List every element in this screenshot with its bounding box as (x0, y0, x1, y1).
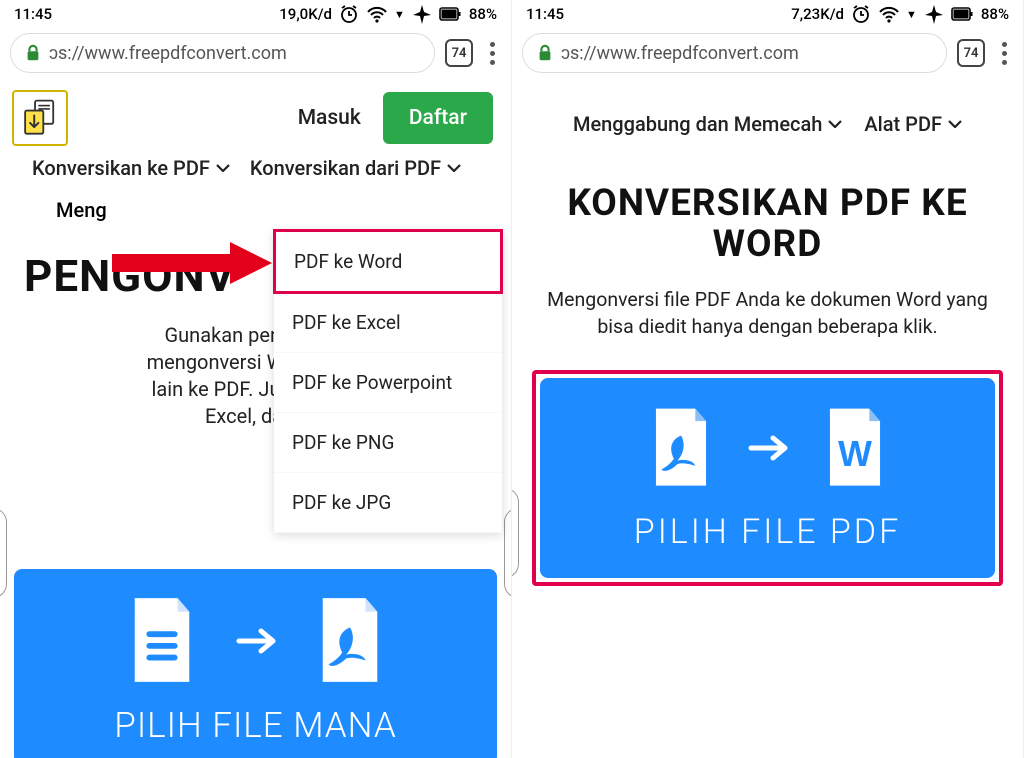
chevron-down-icon (828, 120, 842, 128)
wifi-icon (878, 4, 900, 24)
page-content: Masuk Daftar Konversikan ke PDF Konversi… (0, 78, 511, 758)
nav-label: Konversikan dari PDF (250, 156, 441, 180)
status-battery: 88% (469, 5, 497, 23)
site-logo[interactable] (12, 90, 68, 146)
status-bar: 11:45 19,0K/d ▼ 88% (0, 0, 511, 28)
page-title: KONVERSIKAN PDF KE WORD (512, 136, 1023, 265)
dropdown-item-pdf-to-jpg[interactable]: PDF ke JPG (274, 473, 502, 533)
nav-label: Konversikan ke PDF (32, 156, 210, 180)
page-curl-decor (0, 508, 7, 598)
dropdown-from-pdf: PDF ke Word PDF ke Excel PDF ke Powerpoi… (274, 230, 502, 533)
nav-pdf-tools[interactable]: Alat PDF (864, 112, 962, 136)
menu-icon[interactable] (995, 42, 1013, 65)
nav-merge-split[interactable]: Meng (56, 198, 107, 222)
alarm-icon (338, 3, 360, 25)
status-bar: 11:45 7,23K/d ▼ 88% (512, 0, 1023, 28)
address-bar[interactable]: ɔs://www.freepdfconvert.com (522, 33, 947, 73)
document-icon (125, 595, 199, 687)
status-time: 11:45 (526, 5, 564, 23)
annotation-highlight: PILIH FILE PDF (532, 370, 1003, 586)
status-battery: 88% (981, 5, 1009, 23)
tab-count[interactable]: 74 (445, 39, 473, 67)
lock-icon (537, 44, 553, 62)
browser-toolbar: ɔs://www.freepdfconvert.com 74 (512, 28, 1023, 78)
nav-merge-split[interactable]: Menggabung dan Memecah (573, 112, 842, 136)
pdf-icon (647, 406, 715, 490)
menu-icon[interactable] (483, 42, 501, 65)
logo-icon (22, 99, 58, 137)
chevron-down-icon (447, 164, 461, 172)
battery-icon (439, 4, 463, 24)
url-text: ɔs://www.freepdfconvert.com (561, 43, 799, 64)
chevron-down-icon (216, 164, 230, 172)
signup-button[interactable]: Daftar (383, 92, 493, 144)
arrow-right-icon (231, 623, 281, 659)
tab-count[interactable]: 74 (957, 39, 985, 67)
nav-label: Alat PDF (864, 112, 942, 136)
address-bar[interactable]: ɔs://www.freepdfconvert.com (10, 33, 435, 73)
dropdown-item-pdf-to-excel[interactable]: PDF ke Excel (274, 293, 502, 353)
status-net: 7,23K/d (791, 5, 844, 23)
arrow-right-icon (743, 430, 793, 466)
alarm-icon (850, 3, 872, 25)
wifi-icon (366, 4, 388, 24)
page-description: Mengonversi file PDF Anda ke dokumen Wor… (512, 265, 1023, 340)
page-content: Menggabung dan Memecah Alat PDF KONVERSI… (512, 78, 1023, 758)
pick-file-label: PILIH FILE MANA (24, 705, 487, 746)
page-curl-decor (512, 488, 519, 578)
nav-convert-to-pdf[interactable]: Konversikan ke PDF (32, 156, 230, 180)
airplane-icon (923, 3, 945, 25)
airplane-icon (411, 3, 433, 25)
pdf-icon (313, 595, 387, 687)
left-screenshot: 11:45 19,0K/d ▼ 88% ɔs://www.freepdfconv… (0, 0, 512, 758)
status-time: 11:45 (14, 5, 52, 23)
dropdown-item-pdf-to-powerpoint[interactable]: PDF ke Powerpoint (274, 353, 502, 413)
pick-file-button[interactable]: PILIH FILE MANA (14, 569, 497, 758)
nav-convert-from-pdf[interactable]: Konversikan dari PDF (250, 156, 461, 180)
browser-toolbar: ɔs://www.freepdfconvert.com 74 (0, 28, 511, 78)
page-curl-decor (504, 508, 511, 598)
url-text: ɔs://www.freepdfconvert.com (49, 43, 287, 64)
status-net: 19,0K/d (279, 5, 332, 23)
lock-icon (25, 44, 41, 62)
login-link[interactable]: Masuk (288, 98, 371, 138)
dropdown-item-pdf-to-png[interactable]: PDF ke PNG (274, 413, 502, 473)
battery-icon (951, 4, 975, 24)
nav-label: Menggabung dan Memecah (573, 112, 822, 136)
word-icon (821, 406, 889, 490)
right-screenshot: 11:45 7,23K/d ▼ 88% ɔs://www.freepdfconv… (512, 0, 1024, 758)
chevron-down-icon (948, 120, 962, 128)
pick-file-label: PILIH FILE PDF (550, 512, 985, 552)
annotation-arrow-icon (112, 242, 274, 284)
dropdown-item-pdf-to-word[interactable]: PDF ke Word (273, 229, 503, 294)
pick-file-button[interactable]: PILIH FILE PDF (540, 378, 995, 578)
